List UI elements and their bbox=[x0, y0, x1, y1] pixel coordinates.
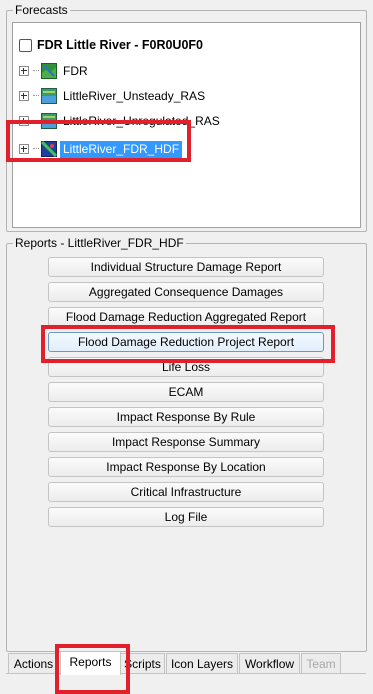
expand-icon[interactable] bbox=[19, 144, 29, 154]
aggregated-consequence-damages-button[interactable]: Aggregated Consequence Damages bbox=[48, 282, 324, 302]
life-loss-button[interactable]: Life Loss bbox=[48, 357, 324, 377]
tree-item-label: FDR bbox=[63, 63, 88, 78]
forecasts-tree[interactable]: FDR Little River - F0R0U0F0 FDR LittleRi… bbox=[12, 22, 361, 228]
expand-icon[interactable] bbox=[19, 116, 29, 126]
tree-item-fdr-hdf[interactable]: LittleRiver_FDR_HDF bbox=[19, 139, 183, 159]
hdf-map-icon bbox=[41, 141, 57, 157]
tab-team: Team bbox=[301, 653, 341, 673]
critical-infrastructure-button[interactable]: Critical Infrastructure bbox=[48, 482, 324, 502]
forecast-map-icon bbox=[41, 63, 57, 79]
forecasts-title: Forecasts bbox=[13, 3, 70, 17]
tree-item-label: LittleRiver_FDR_HDF bbox=[60, 140, 183, 158]
fdr-aggregated-report-button[interactable]: Flood Damage Reduction Aggregated Report bbox=[48, 307, 324, 327]
root-checkbox[interactable] bbox=[19, 38, 32, 52]
bottom-tab-bar: Actions Reports Scripts Icon Layers Work… bbox=[6, 651, 366, 675]
tab-actions[interactable]: Actions bbox=[8, 653, 59, 673]
log-file-button[interactable]: Log File bbox=[48, 507, 324, 527]
tree-item-unregulated-ras[interactable]: LittleRiver_Unregulated_RAS bbox=[19, 111, 223, 131]
tree-item-fdr[interactable]: FDR bbox=[19, 61, 91, 81]
expand-icon[interactable] bbox=[19, 91, 29, 101]
tab-workflow[interactable]: Workflow bbox=[239, 653, 300, 673]
tab-reports[interactable]: Reports bbox=[60, 651, 121, 675]
tree-connector bbox=[33, 148, 39, 150]
tree-item-label: LittleRiver_Unsteady_RAS bbox=[63, 88, 206, 103]
individual-structure-damage-report-button[interactable]: Individual Structure Damage Report bbox=[48, 257, 324, 277]
ras-map-icon bbox=[41, 113, 57, 129]
ecam-button[interactable]: ECAM bbox=[48, 382, 324, 402]
impact-response-by-location-button[interactable]: Impact Response By Location bbox=[48, 457, 324, 477]
reports-panel: Reports - LittleRiver_FDR_HDF Individual… bbox=[6, 236, 367, 652]
expand-icon[interactable] bbox=[19, 66, 29, 76]
reports-title: Reports - LittleRiver_FDR_HDF bbox=[13, 236, 186, 250]
tree-connector bbox=[33, 95, 39, 97]
root-label: FDR Little River - F0R0U0F0 bbox=[37, 38, 204, 52]
forecasts-panel: Forecasts FDR Little River - F0R0U0F0 FD… bbox=[6, 3, 367, 232]
impact-response-by-rule-button[interactable]: Impact Response By Rule bbox=[48, 407, 324, 427]
tree-root[interactable]: FDR Little River - F0R0U0F0 bbox=[19, 37, 203, 53]
tree-connector bbox=[33, 70, 39, 72]
tree-connector bbox=[33, 120, 39, 122]
tree-item-label: LittleRiver_Unregulated_RAS bbox=[63, 113, 220, 128]
ras-map-icon bbox=[41, 88, 57, 104]
tab-scripts[interactable]: Scripts bbox=[120, 653, 165, 673]
tab-icon-layers[interactable]: Icon Layers bbox=[166, 653, 238, 673]
impact-response-summary-button[interactable]: Impact Response Summary bbox=[48, 432, 324, 452]
fdr-project-report-button[interactable]: Flood Damage Reduction Project Report bbox=[48, 332, 324, 352]
tree-item-unsteady-ras[interactable]: LittleRiver_Unsteady_RAS bbox=[19, 86, 208, 106]
